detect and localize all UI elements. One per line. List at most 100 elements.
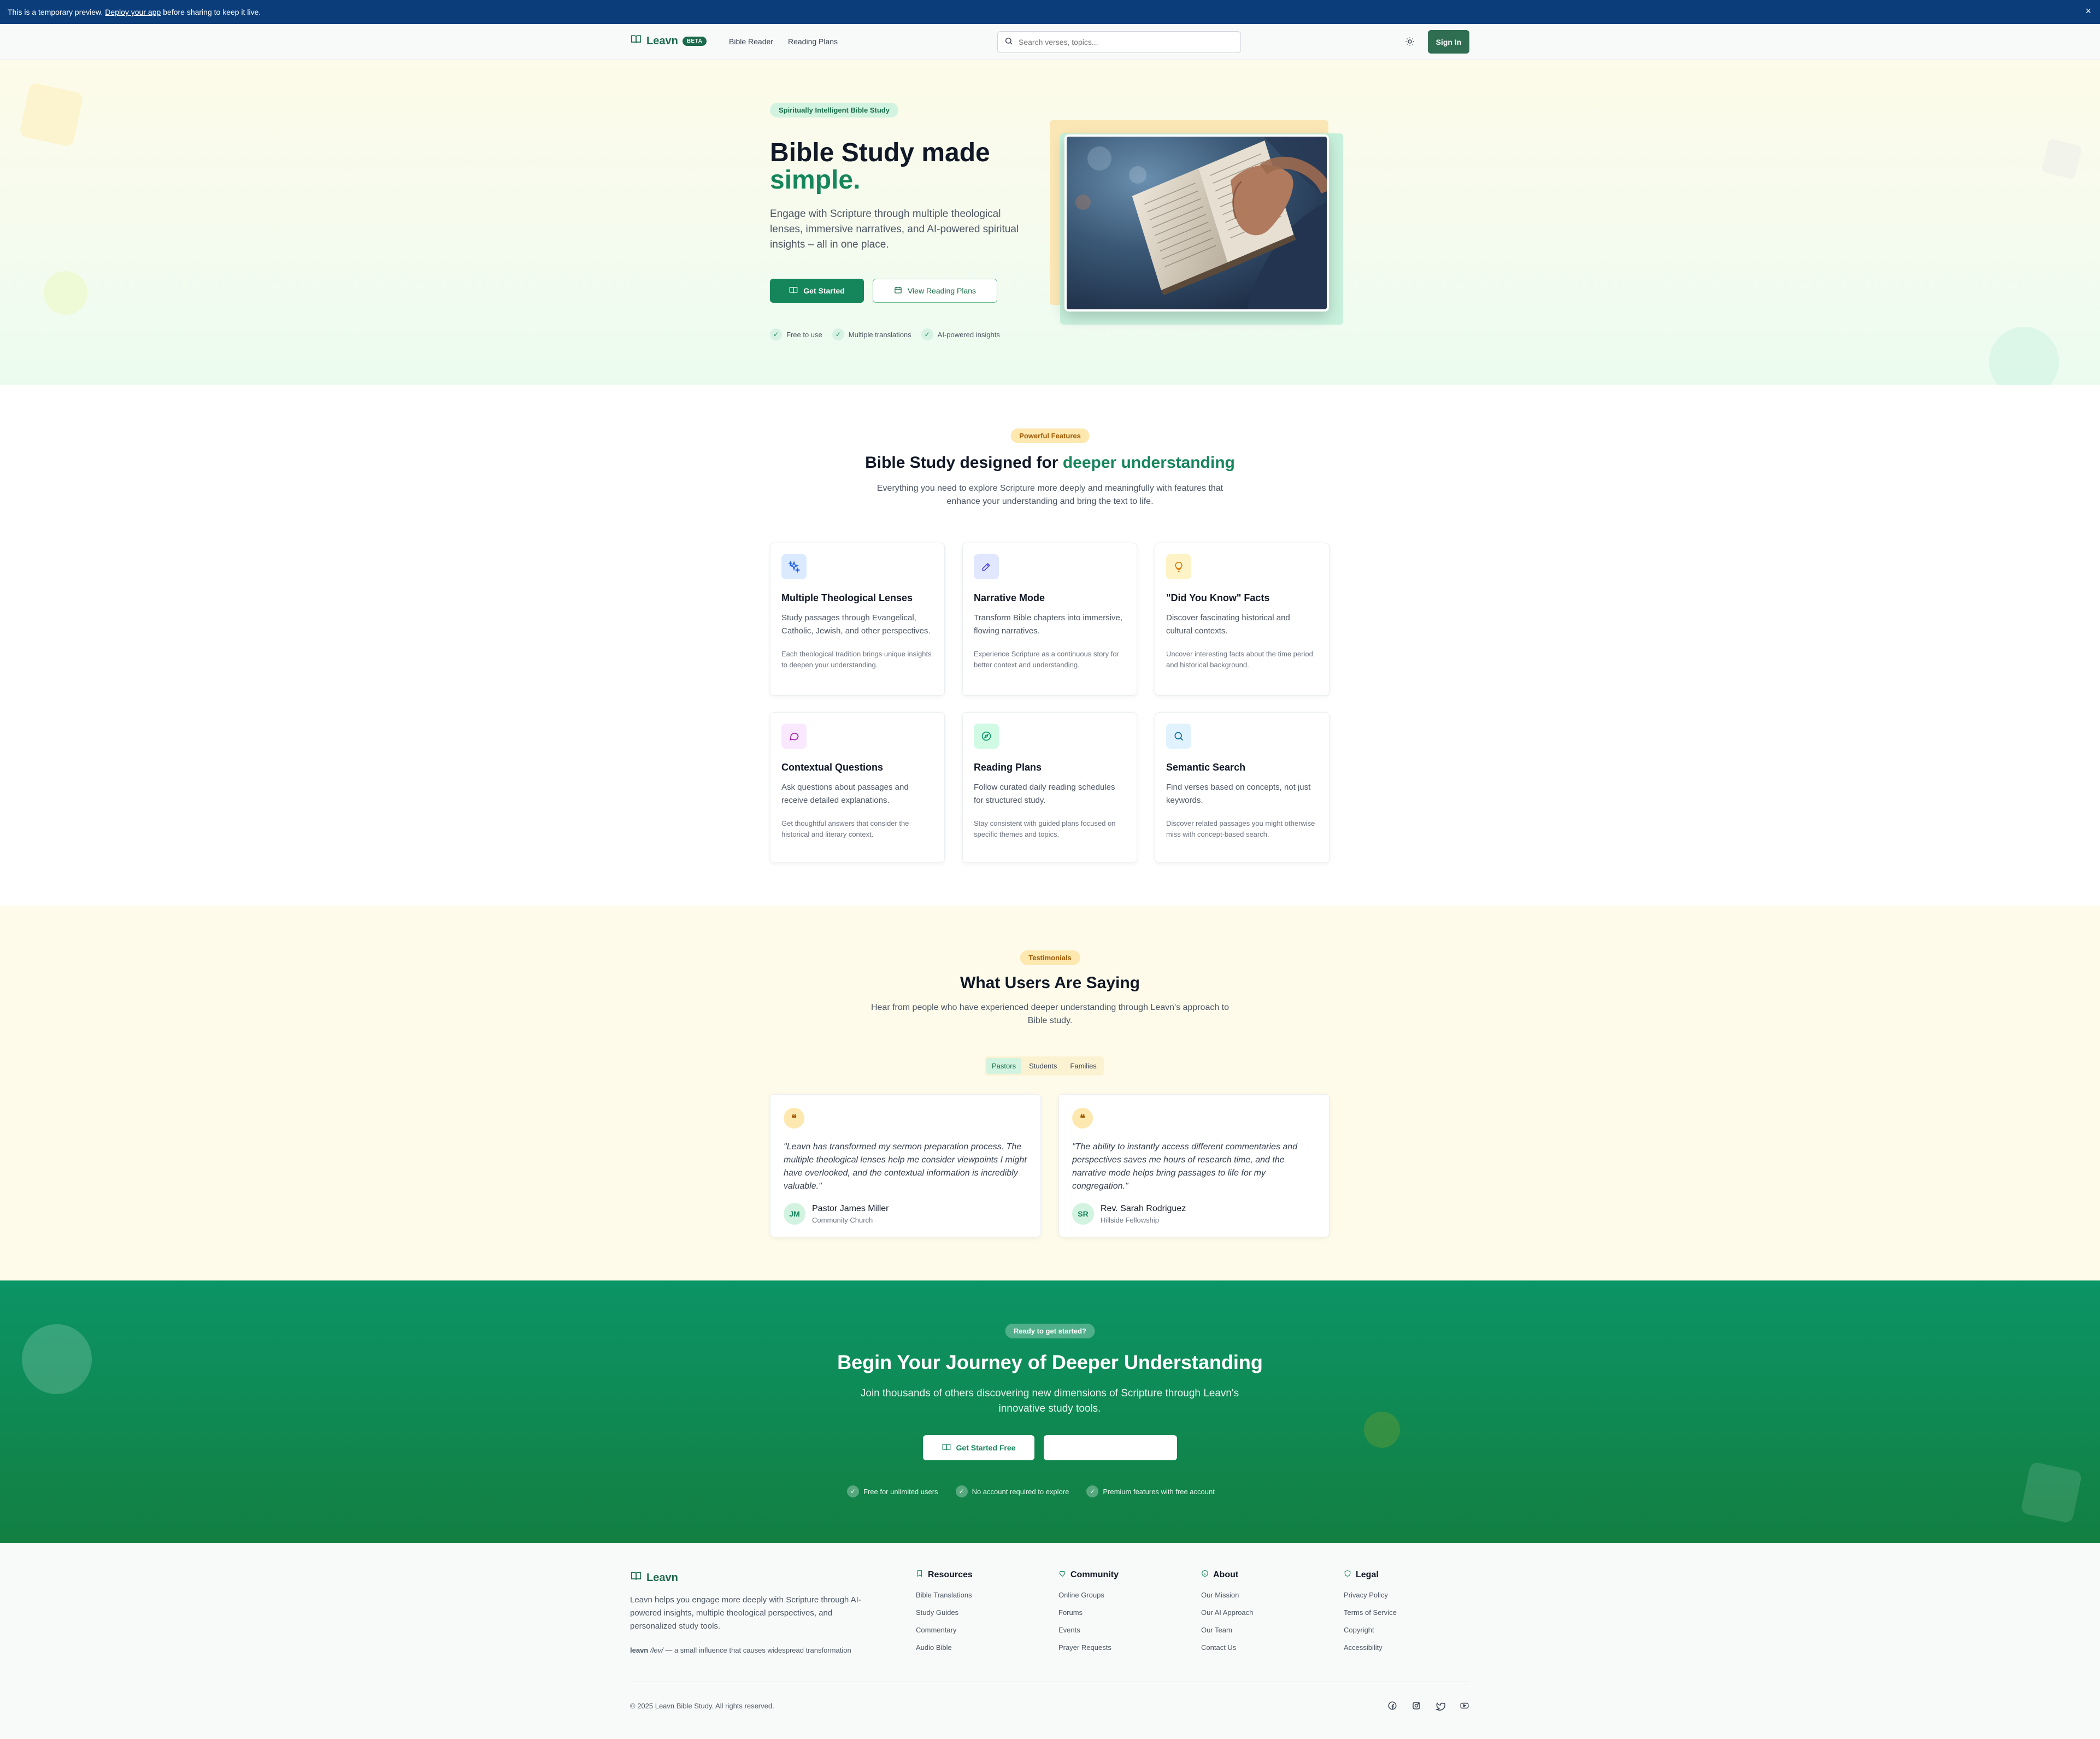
sign-in-button[interactable]: Sign In <box>1428 30 1469 54</box>
get-started-free-label: Get Started Free <box>956 1443 1016 1452</box>
author-org: Hillside Fellowship <box>1101 1215 1159 1224</box>
decor-square <box>2020 1461 2083 1524</box>
footer-col-about: About Our Mission Our AI Approach Our Te… <box>1201 1570 1253 1661</box>
sparkles-icon <box>781 554 807 579</box>
heading-label: About <box>1213 1570 1239 1579</box>
footer-link[interactable]: Accessibility <box>1344 1643 1397 1652</box>
footer-link[interactable]: Audio Bible <box>916 1643 973 1652</box>
footer-link[interactable]: Online Groups <box>1058 1591 1119 1599</box>
footer-link[interactable]: Forums <box>1058 1608 1119 1617</box>
footer-col-legal: Legal Privacy Policy Terms of Service Co… <box>1344 1570 1397 1661</box>
card-title: Narrative Mode <box>974 592 1045 603</box>
get-started-button[interactable]: Get Started <box>770 279 864 303</box>
card-note: Experience Scripture as a continuous sto… <box>974 650 1119 669</box>
card-title: Multiple Theological Lenses <box>781 592 913 603</box>
author-name: Pastor James Miller <box>812 1203 889 1213</box>
chat-bubble-icon <box>781 724 807 749</box>
facebook-icon[interactable] <box>1387 1700 1398 1711</box>
footer-link[interactable]: Our Mission <box>1201 1591 1253 1599</box>
definition-word: leavn <box>630 1646 649 1654</box>
nav-bible-reader[interactable]: Bible Reader <box>729 37 773 46</box>
search-icon <box>1004 37 1013 48</box>
decor-circle <box>44 271 87 315</box>
tab-pastors[interactable]: Pastors <box>986 1058 1022 1074</box>
compass-icon <box>974 724 999 749</box>
beta-badge: BETA <box>682 36 707 46</box>
footer-col-heading: Legal <box>1344 1570 1397 1580</box>
tab-families[interactable]: Families <box>1064 1058 1102 1074</box>
heading-label: Legal <box>1356 1570 1379 1579</box>
instagram-icon[interactable] <box>1411 1700 1422 1711</box>
nav-reading-plans[interactable]: Reading Plans <box>788 37 838 46</box>
check-icon: ✓ <box>832 328 844 340</box>
calendar-icon <box>894 286 902 296</box>
features-title: Bible Study designed for deeper understa… <box>0 454 2100 472</box>
view-reading-plans-button[interactable]: View Reading Plans <box>873 279 997 303</box>
footer-link[interactable]: Our Team <box>1201 1626 1253 1634</box>
testimonial-card: ❝ "Leavn has transformed my sermon prepa… <box>770 1094 1041 1237</box>
card-desc: Discover fascinating historical and cult… <box>1166 613 1290 636</box>
card-note: Stay consistent with guided plans focuse… <box>974 819 1116 838</box>
hero-checks: ✓ Free to use ✓ Multiple translations ✓ AI-… <box>770 328 1000 340</box>
banner-text-end: before sharing to keep it live. <box>163 8 261 16</box>
hero-title-accent: simple. <box>770 166 861 195</box>
heart-icon <box>1058 1570 1066 1580</box>
check-item: ✓ AI-powered insights <box>921 328 1000 340</box>
footer-link[interactable]: Contact Us <box>1201 1643 1253 1652</box>
feature-card: Contextual Questions Ask questions about… <box>770 712 945 863</box>
info-icon <box>1201 1570 1209 1580</box>
tab-students[interactable]: Students <box>1023 1058 1062 1074</box>
feature-card: Reading Plans Follow curated daily readi… <box>962 712 1137 863</box>
quote-icon: ❝ <box>1072 1108 1093 1129</box>
banner-text: This is a temporary preview. <box>8 8 103 16</box>
social-links <box>1387 1700 1470 1711</box>
features-pill: Powerful Features <box>1010 428 1090 443</box>
hero-title-line1: Bible Study made <box>770 138 990 167</box>
footer-link[interactable]: Prayer Requests <box>1058 1643 1119 1652</box>
get-started-free-button[interactable]: Get Started Free <box>923 1435 1034 1460</box>
heading-label: Community <box>1070 1570 1119 1579</box>
footer-logo[interactable]: Leavn <box>630 1571 678 1585</box>
twitter-icon[interactable] <box>1435 1700 1446 1711</box>
footer-link[interactable]: Privacy Policy <box>1344 1591 1397 1599</box>
search-input[interactable] <box>1019 38 1226 46</box>
brand-name: Leavn <box>646 34 678 47</box>
close-icon[interactable]: × <box>2085 5 2091 17</box>
brand-logo[interactable]: Leavn BETA <box>630 34 707 48</box>
decor-circle <box>1989 327 2059 385</box>
check-icon: ✓ <box>770 328 782 340</box>
search-icon <box>1166 724 1191 749</box>
cta-title: Begin Your Journey of Deeper Understandi… <box>837 1351 1263 1373</box>
footer-link[interactable]: Copyright <box>1344 1626 1397 1634</box>
footer-link[interactable]: Events <box>1058 1626 1119 1634</box>
footer-link[interactable]: Study Guides <box>916 1608 973 1617</box>
check-icon: ✓ <box>955 1485 968 1497</box>
cta-checks: ✓ Free for unlimited users ✓ No account re… <box>847 1485 1215 1497</box>
check-label: AI-powered insights <box>937 330 1000 339</box>
footer-link[interactable]: Bible Translations <box>916 1591 973 1599</box>
secondary-cta-button[interactable] <box>1044 1435 1177 1460</box>
theme-toggle[interactable] <box>1403 36 1416 49</box>
book-icon <box>789 286 798 296</box>
definition-pron: /lev/ <box>650 1646 663 1654</box>
deploy-link[interactable]: Deploy your app <box>105 8 161 16</box>
card-title: "Did You Know" Facts <box>1166 592 1270 603</box>
feature-card: Multiple Theological Lenses Study passag… <box>770 543 945 696</box>
card-note: Get thoughtful answers that consider the… <box>781 819 909 838</box>
author-name: Rev. Sarah Rodriguez <box>1101 1203 1186 1213</box>
card-title: Semantic Search <box>1166 762 1246 773</box>
footer-link[interactable]: Our AI Approach <box>1201 1608 1253 1617</box>
book-icon <box>942 1443 951 1453</box>
footer-link[interactable]: Commentary <box>916 1626 973 1634</box>
preview-banner: This is a temporary preview. Deploy your… <box>0 0 2100 24</box>
feature-card: "Did You Know" Facts Discover fascinatin… <box>1155 543 1330 696</box>
check-icon: ✓ <box>847 1485 859 1497</box>
check-item: ✓ No account required to explore <box>955 1485 1069 1497</box>
testimonials-pill: Testimonials <box>1020 950 1080 965</box>
footer-link[interactable]: Terms of Service <box>1344 1608 1397 1617</box>
get-started-label: Get Started <box>803 286 845 295</box>
youtube-icon[interactable] <box>1459 1700 1470 1711</box>
cta-pill: Ready to get started? <box>1005 1324 1095 1338</box>
search-bar[interactable] <box>997 31 1241 53</box>
testimonials-subtitle: Hear from people who have experienced de… <box>870 1003 1230 1025</box>
